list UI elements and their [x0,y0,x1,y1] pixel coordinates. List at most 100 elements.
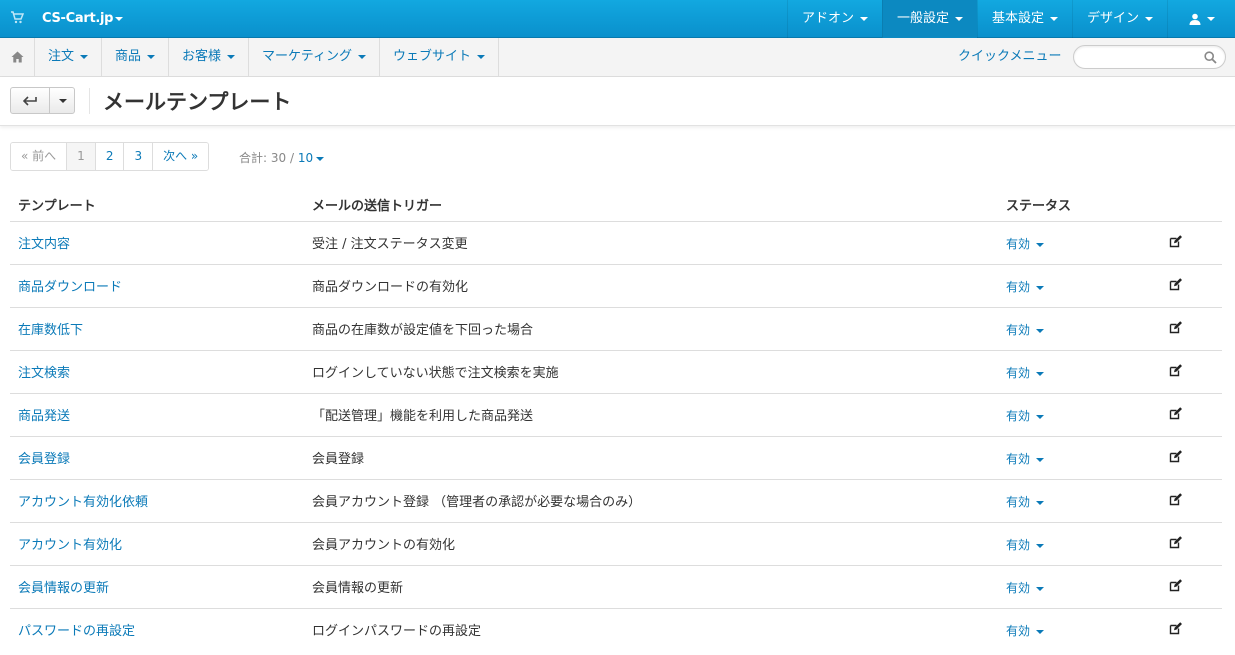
status-label: 有効 [1006,538,1031,552]
chevron-down-icon [1036,242,1045,247]
menu-label: 注文 [48,49,75,64]
chevron-down-icon [316,156,325,161]
template-name-link[interactable]: パスワードの再設定 [18,620,135,639]
divider [89,88,90,114]
column-header-status[interactable]: ステータス [1006,195,1071,214]
status-label: 有効 [1006,280,1031,294]
pagination-page-1[interactable]: 1 [67,143,96,170]
status-dropdown[interactable]: 有効 [1006,364,1045,381]
user-icon [1189,13,1200,25]
menu-customers[interactable]: お客様 [169,38,250,76]
status-dropdown[interactable]: 有効 [1006,278,1045,295]
template-name-link[interactable]: 会員情報の更新 [18,577,109,596]
template-trigger: 「配送管理」機能を利用した商品発送 [312,409,534,424]
table-header: テンプレート メールの送信トリガー ステータス [10,186,1222,222]
top-nav-design[interactable]: デザイン [1071,0,1167,38]
edit-icon[interactable] [1169,493,1182,506]
status-dropdown[interactable]: 有効 [1006,493,1045,510]
home-button[interactable] [0,38,35,76]
table-row: 注文検索 ログインしていない状態で注文検索を実施 有効 [10,351,1222,394]
menu-label: 商品 [115,49,142,64]
chevron-down-icon [1036,500,1045,505]
status-label: 有効 [1006,624,1031,638]
top-nav-label: アドオン [801,11,854,26]
template-trigger: 会員登録 [312,452,365,467]
search-input[interactable] [1073,45,1226,69]
chevron-down-icon [1036,586,1045,591]
user-menu[interactable] [1167,0,1235,38]
back-button[interactable] [10,87,50,114]
status-dropdown[interactable]: 有効 [1006,407,1045,424]
template-trigger: 会員情報の更新 [312,581,404,596]
template-trigger: 受注 / 注文ステータス変更 [312,237,468,252]
column-header-template[interactable]: テンプレート [18,195,96,214]
template-name-link[interactable]: アカウント有効化依頼 [18,491,148,510]
page-title: メールテンプレート [103,90,292,114]
template-trigger: ログインパスワードの再設定 [312,624,482,639]
top-nav-general-settings[interactable]: 一般設定 [881,0,977,38]
top-nav-basic-settings[interactable]: 基本設定 [976,0,1072,38]
status-dropdown[interactable]: 有効 [1006,450,1045,467]
chevron-down-icon [227,54,236,59]
edit-icon[interactable] [1169,278,1182,291]
template-name-link[interactable]: アカウント有効化 [18,534,122,553]
templates-table: テンプレート メールの送信トリガー ステータス 注文内容 受注 / 注文ステータス… [10,186,1222,652]
store-brand-label: CS-Cart.jp [42,11,114,26]
template-trigger: 商品ダウンロードの有効化 [312,280,469,295]
quick-menu-link[interactable]: クイックメニュー [958,38,1061,76]
total-label: 合計: 30 / [239,151,294,165]
template-name-link[interactable]: 注文検索 [18,362,70,381]
top-nav-addons[interactable]: アドオン [786,0,882,38]
pagination-next[interactable]: 次へ » [153,143,209,170]
template-name-link[interactable]: 会員登録 [18,448,70,467]
status-dropdown[interactable]: 有効 [1006,321,1045,338]
status-label: 有効 [1006,495,1031,509]
top-nav: アドオン 一般設定 基本設定 デザイン [786,0,1235,38]
edit-icon[interactable] [1169,622,1182,635]
chevron-down-icon [1036,457,1045,462]
chevron-down-icon [1036,371,1045,376]
per-page-selector[interactable]: 10 [298,151,325,165]
edit-icon[interactable] [1169,579,1182,592]
store-brand-menu[interactable]: CS-Cart.jp [42,0,124,38]
chevron-down-icon [1036,543,1045,548]
table-row: 在庫数低下 商品の在庫数が設定値を下回った場合 有効 [10,308,1222,351]
pagination-prev[interactable]: « 前へ [11,143,68,170]
menu-marketing[interactable]: マーケティング [249,38,381,76]
pagination-page-2[interactable]: 2 [95,143,125,170]
menu-orders[interactable]: 注文 [35,38,103,76]
template-name-link[interactable]: 商品発送 [18,405,70,424]
top-bar: CS-Cart.jp アドオン 一般設定 基本設定 デザイン [0,0,1235,38]
template-name-link[interactable]: 商品ダウンロード [18,276,122,295]
template-name-link[interactable]: 注文内容 [18,233,70,252]
main-menu: 注文 商品 お客様 マーケティング ウェブサイト [35,38,500,76]
menu-website[interactable]: ウェブサイト [380,38,500,76]
cart-icon[interactable] [10,10,24,24]
pagination-page-3[interactable]: 3 [124,143,154,170]
edit-icon[interactable] [1169,407,1182,420]
template-trigger: 会員アカウント登録 （管理者の承認が必要な場合のみ） [312,495,642,510]
chevron-down-icon [80,54,89,59]
edit-icon[interactable] [1169,450,1182,463]
chevron-down-icon [477,54,486,59]
edit-icon[interactable] [1169,235,1182,248]
status-dropdown[interactable]: 有効 [1006,622,1045,639]
chevron-down-icon [1036,414,1045,419]
table-row: 会員登録 会員登録 有効 [10,437,1222,480]
tools-dropdown-button[interactable] [49,87,75,114]
status-dropdown[interactable]: 有効 [1006,235,1045,252]
chevron-down-icon [1036,328,1045,333]
status-label: 有効 [1006,409,1031,423]
column-header-trigger: メールの送信トリガー [312,199,443,214]
menu-products[interactable]: 商品 [102,38,170,76]
search-icon[interactable] [1204,51,1217,64]
table-row: パスワードの再設定 ログインパスワードの再設定 有効 [10,609,1222,652]
chevron-down-icon [1036,285,1045,290]
edit-icon[interactable] [1169,321,1182,334]
status-dropdown[interactable]: 有効 [1006,579,1045,596]
status-dropdown[interactable]: 有効 [1006,536,1045,553]
main-menu-bar: 注文 商品 お客様 マーケティング ウェブサイト クイックメニュー [0,38,1235,77]
template-name-link[interactable]: 在庫数低下 [18,319,83,338]
edit-icon[interactable] [1169,536,1182,549]
edit-icon[interactable] [1169,364,1182,377]
